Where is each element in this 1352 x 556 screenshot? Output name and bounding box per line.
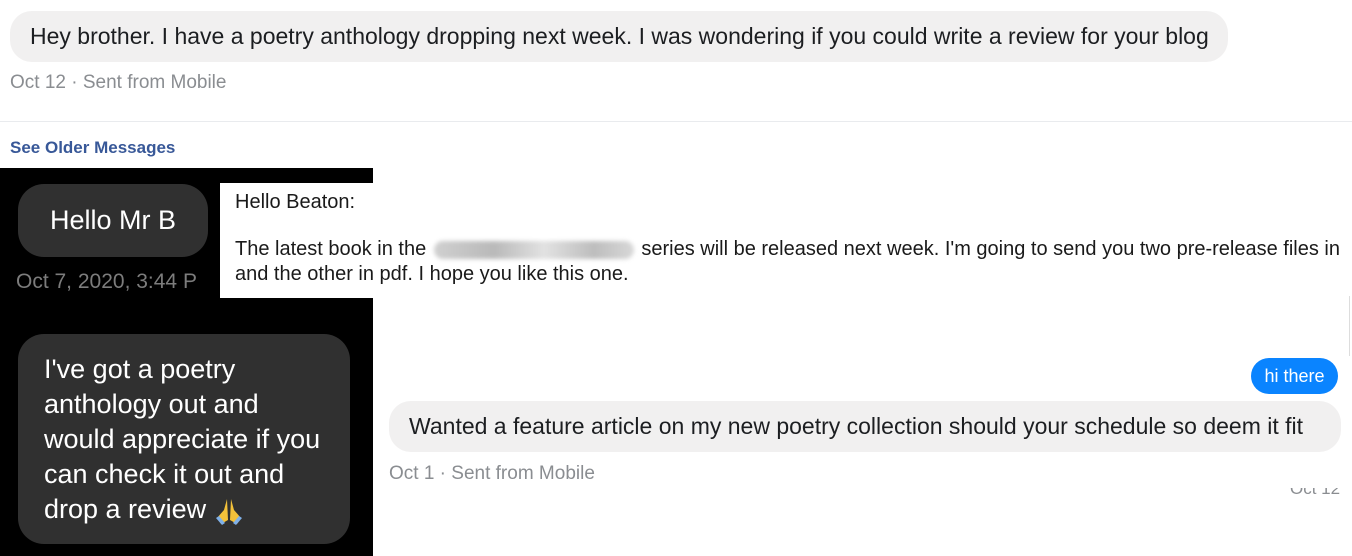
message-text-bottom: Wanted a feature article on my new poetr… <box>409 413 1304 439</box>
sent-bubble[interactable]: hi there <box>1251 358 1338 394</box>
sent-bubble-text: hi there <box>1264 365 1325 386</box>
greeting-bubble[interactable]: Hello Mr B <box>18 184 208 257</box>
message-meta-top: Oct 12 · Sent from Mobile <box>10 72 227 93</box>
message-bubble-top[interactable]: Hey brother. I have a poetry anthology d… <box>10 11 1228 62</box>
email-body-line2: and the other in pdf. I hope you like th… <box>235 263 629 285</box>
panel-edge-line <box>1349 296 1350 356</box>
redacted-series-name <box>433 240 634 259</box>
message-text-top: Hey brother. I have a poetry anthology d… <box>30 23 1209 49</box>
divider <box>0 121 1352 122</box>
folded-hands-icon <box>216 498 243 525</box>
cut-timestamp: Oct 12 <box>1290 488 1341 498</box>
email-text-before: The latest book in the <box>235 238 427 260</box>
see-older-messages-link[interactable]: See Older Messages <box>10 138 175 158</box>
email-panel: Hello Beaton: The latest book in the ser… <box>220 183 1352 298</box>
message-bubble-bottom[interactable]: Wanted a feature article on my new poetr… <box>389 401 1341 452</box>
dark-message-text: I've got a poetry anthology out and woul… <box>44 354 321 524</box>
email-text-after: series will be released next week. I'm g… <box>641 238 1340 260</box>
message-meta-bottom: Oct 1 · Sent from Mobile <box>389 463 595 484</box>
dark-message-bubble[interactable]: I've got a poetry anthology out and woul… <box>18 334 350 544</box>
email-body-line1: The latest book in the series will be re… <box>235 237 1340 262</box>
greeting-text: Hello Mr B <box>49 205 177 235</box>
email-salutation: Hello Beaton: <box>235 191 356 213</box>
dark-chat-timestamp: Oct 7, 2020, 3:44 P <box>16 270 197 293</box>
cut-timestamp-container: Oct 12 <box>1280 488 1350 500</box>
